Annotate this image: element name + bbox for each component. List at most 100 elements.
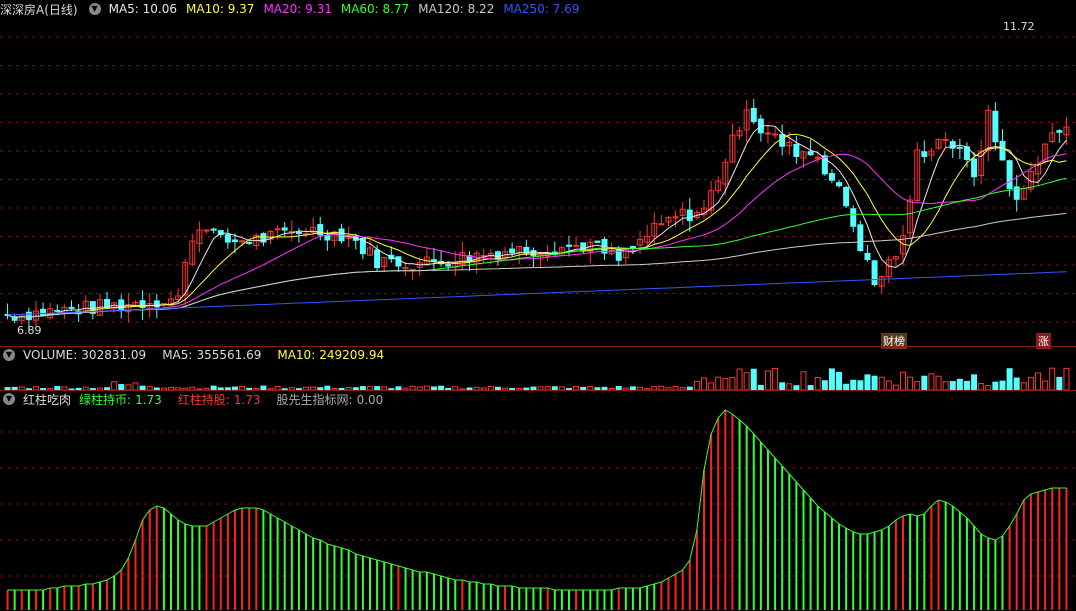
candle-body	[210, 228, 217, 231]
candle-body	[779, 134, 786, 147]
price-chart[interactable]	[0, 17, 1076, 347]
candle-body	[1006, 160, 1013, 189]
candle-body	[764, 132, 771, 135]
volume-bar	[693, 380, 700, 390]
candle-body	[374, 249, 381, 269]
candle-body	[942, 139, 949, 142]
ma60-line	[7, 177, 1067, 319]
volume-bar	[1027, 376, 1034, 390]
candle-body	[836, 182, 843, 187]
candle-body	[793, 143, 800, 157]
volume-bar	[900, 371, 906, 390]
indicator-source: 股先生指标网: 0.00	[276, 392, 384, 407]
volume-bar	[978, 382, 985, 390]
volume-bar	[921, 375, 928, 390]
candle-body	[615, 248, 622, 261]
volume-bar	[836, 371, 843, 390]
volume-bar	[928, 373, 935, 390]
candle-body	[992, 110, 999, 143]
ma-legend-item: MA250: 7.69	[503, 2, 580, 16]
ma-legend: MA5: 10.06 MA10: 9.37 MA20: 9.31 MA60: 8.77…	[109, 2, 589, 16]
volume-legend-bar: ▼ VOLUME: 302831.09 MA5: 355561.69 MA10: 24…	[0, 347, 400, 363]
volume-bar	[828, 368, 835, 390]
indicator-chart[interactable]	[0, 408, 1076, 611]
candle-body	[231, 239, 238, 243]
candle-body	[224, 234, 231, 243]
ma-legend-item: MA120: 8.22	[418, 2, 495, 16]
candle-body	[395, 256, 402, 267]
volume-ma5: MA5: 355561.69	[162, 348, 262, 362]
candle-body	[594, 240, 601, 243]
volume-bar	[1013, 377, 1020, 390]
candle-body	[871, 260, 878, 286]
candle-body	[118, 299, 125, 311]
stock-name[interactable]: 深深房A	[0, 1, 44, 18]
volume-bar	[772, 367, 779, 390]
volume-bar	[942, 381, 949, 390]
candle-body	[857, 224, 864, 252]
volume-chart[interactable]	[0, 364, 1076, 390]
volume-bar	[764, 370, 771, 390]
volume-bar	[1042, 380, 1049, 390]
candle-body	[1056, 130, 1063, 133]
candle-body	[509, 248, 516, 254]
candle-body	[999, 140, 1006, 161]
chevron-down-icon[interactable]: ▼	[3, 349, 15, 361]
ma-legend-item: MA5: 10.06	[108, 2, 178, 16]
volume-bar	[1049, 367, 1056, 390]
volume-bar	[722, 378, 729, 390]
volume-bar	[850, 379, 857, 390]
candle-body	[629, 246, 636, 249]
volume-bar	[871, 375, 878, 390]
candle-body	[565, 244, 572, 247]
chevron-down-icon[interactable]: ▼	[88, 3, 101, 15]
volume-bar	[708, 382, 715, 390]
period-label: (日线)	[44, 2, 78, 17]
candle-body	[864, 252, 871, 260]
candle-body	[807, 151, 814, 156]
volume-bar	[132, 382, 139, 390]
candle-body	[25, 311, 32, 321]
volume-bar	[1006, 368, 1013, 390]
ma-legend-item: MA10: 9.37	[186, 2, 255, 16]
candle-body	[68, 306, 75, 309]
volume-bar	[1056, 376, 1063, 390]
ma-legend-item: MA20: 9.31	[263, 2, 332, 16]
volume-bar	[736, 368, 743, 390]
candle-body	[274, 228, 281, 231]
candle-body	[445, 264, 452, 267]
volume-bar	[907, 376, 914, 390]
chevron-down-icon[interactable]: ▼	[3, 393, 15, 405]
low-price-label: 6.89	[17, 324, 42, 337]
volume-bar	[800, 371, 807, 390]
red-hold-stock: 红柱持股: 1.73	[177, 392, 261, 407]
candle-body	[295, 231, 302, 235]
volume-bar	[1020, 382, 1027, 390]
indicator-name[interactable]: 红柱吃肉	[23, 391, 71, 408]
ma250-line	[7, 271, 1067, 316]
candle-body	[828, 173, 835, 181]
volume-bar	[111, 381, 118, 390]
candle-body	[850, 208, 857, 227]
indicator-outline	[7, 409, 1067, 591]
candle-body	[750, 107, 757, 123]
volume-bar	[999, 380, 1006, 390]
candle-body	[686, 209, 693, 222]
candle-body	[281, 227, 288, 231]
volume-bar	[956, 378, 963, 390]
volume-label: VOLUME: 302831.09	[23, 348, 147, 362]
candle-body	[54, 309, 61, 312]
volume-bar	[857, 380, 864, 390]
candle-body	[658, 223, 665, 226]
candle-body	[843, 186, 850, 207]
volume-bar	[878, 376, 885, 390]
candle-body	[772, 133, 779, 136]
candle-body	[573, 244, 580, 247]
volume-bar	[963, 380, 970, 390]
volume-bar	[1035, 372, 1042, 390]
price-legend-bar: 深深房A (日线) ▼ MA5: 10.06 MA10: 9.37 MA20: 9.…	[0, 1, 588, 17]
volume-bar	[971, 374, 978, 390]
volume-bar	[821, 380, 828, 390]
candle-body	[814, 156, 821, 159]
candle-body	[40, 308, 47, 316]
